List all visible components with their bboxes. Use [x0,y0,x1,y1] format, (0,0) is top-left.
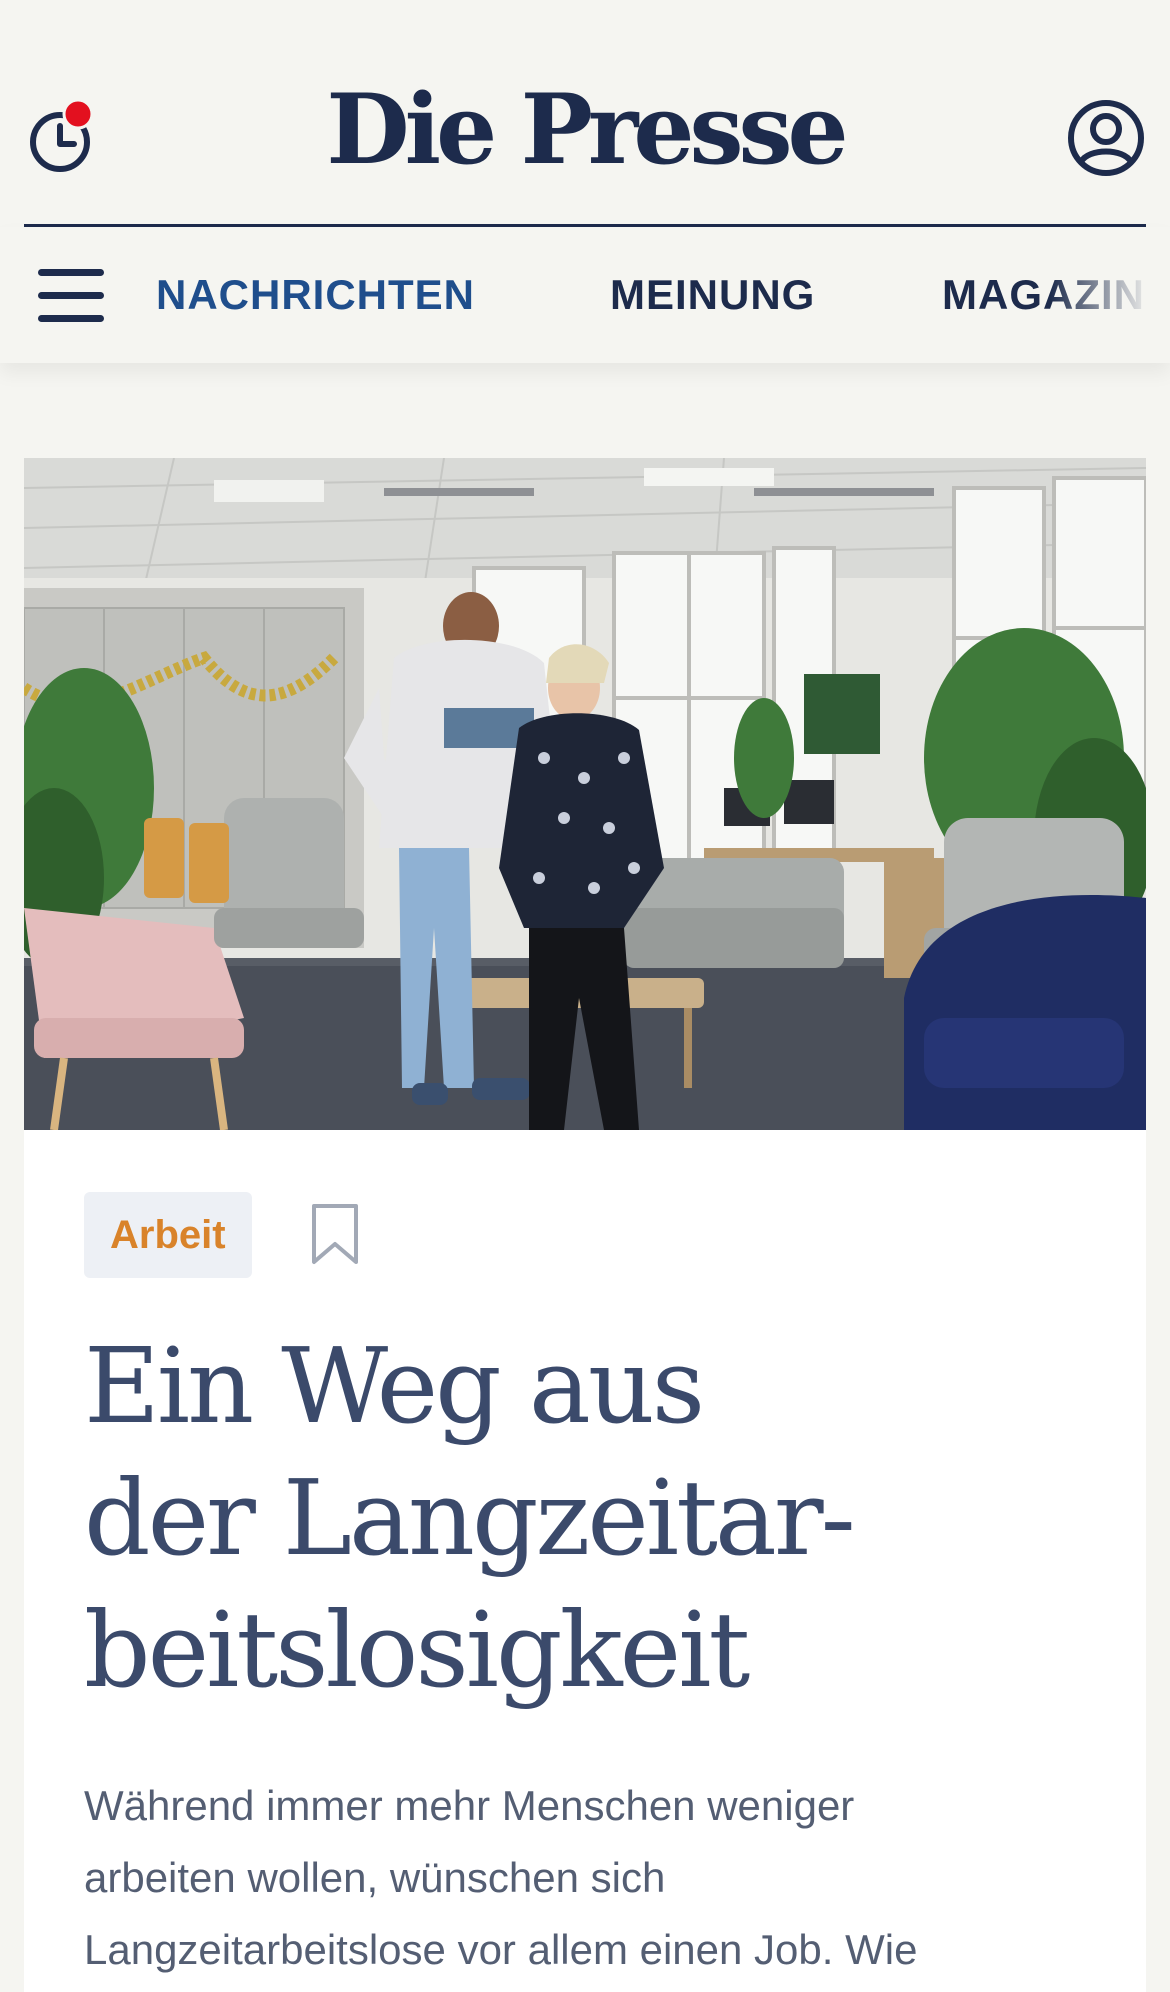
category-tag[interactable]: Arbeit [84,1192,252,1278]
office-lounge-photo [24,458,1146,1130]
lead-line: Langzeitarbeitslose vor allem einen Job.… [84,1926,918,1973]
account-button[interactable] [1066,98,1146,178]
nav-item-meinung[interactable]: MEINUNG [610,269,815,321]
headline-line: beitslosigkeit [84,1589,750,1711]
user-account-icon [1068,100,1144,176]
app-root: Die Presse NACHRICHTEN MEINUNG MAGAZIN A… [0,0,1170,1992]
article-lead: Während immer mehr Menschen weniger arbe… [84,1770,1124,1986]
nav-item-magazin[interactable]: MAGAZIN [942,269,1145,321]
site-logo[interactable]: Die Presse [0,78,1170,182]
top-header: Die Presse [0,0,1170,228]
bookmark-button[interactable] [308,1202,362,1268]
article-hero-image[interactable] [24,458,1146,1130]
article-card[interactable]: Arbeit Ein Weg aus der Langzeitar- beits… [24,458,1146,1992]
lead-line: arbeiten wollen, wünschen sich [84,1854,666,1901]
lead-line: Während immer mehr Menschen weniger [84,1782,855,1829]
article-headline[interactable]: Ein Weg aus der Langzeitar- beitslosigke… [84,1320,1064,1716]
headline-line: Ein Weg aus [84,1325,705,1447]
main-navigation: NACHRICHTEN MEINUNG MAGAZIN [0,227,1170,363]
hamburger-menu-icon[interactable] [38,269,104,323]
headline-line: der Langzeitar- [84,1457,856,1579]
bookmark-icon [312,1204,358,1264]
nav-item-nachrichten[interactable]: NACHRICHTEN [156,269,475,321]
